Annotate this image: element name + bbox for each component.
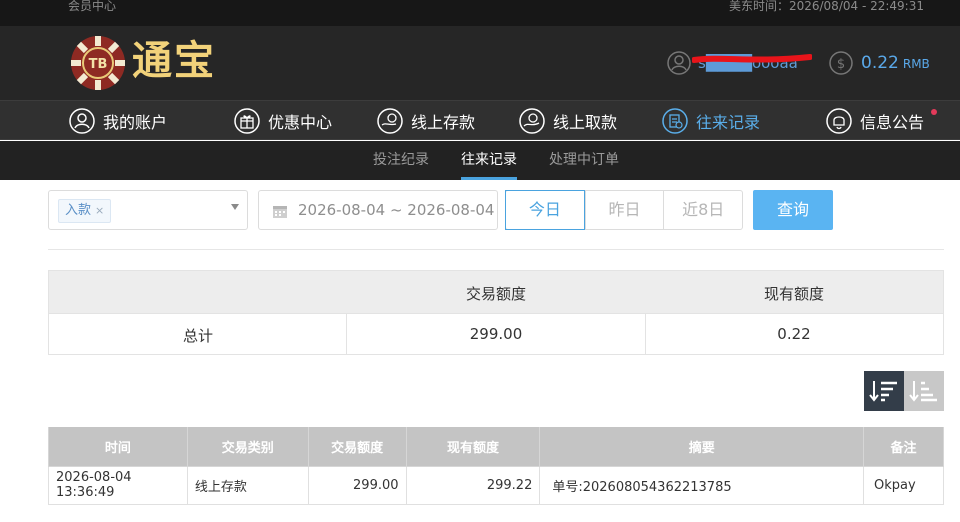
nav-label: 我的账户 [103, 113, 168, 132]
svg-text:$: $ [837, 57, 845, 72]
summary-header-balance: 现有额度 [763, 285, 824, 303]
query-button[interactable]: 查询 [753, 190, 833, 230]
type-tag[interactable]: 入款 × [58, 199, 112, 223]
summary-row-divider [49, 313, 943, 314]
summary-total-label: 总计 [182, 327, 213, 345]
balance-currency: RMB [902, 57, 930, 71]
col-remark: 备注 [863, 427, 944, 467]
range-today-button[interactable]: 今日 [505, 190, 585, 230]
notification-dot [931, 109, 937, 115]
sort-toggle-group [864, 371, 944, 411]
balance-amount: 0.22 [861, 53, 899, 73]
brand-logo-text[interactable]: 通宝 [132, 36, 216, 86]
chevron-down-icon[interactable] [231, 204, 239, 210]
summary-total-amount: 299.00 [469, 325, 523, 343]
col-summary: 摘要 [539, 427, 865, 467]
nav-label: 信息公告 [860, 113, 925, 132]
header: TB 通宝 s████oooaa $ 0.22 RMB [0, 26, 960, 100]
col-type: 交易类别 [186, 427, 309, 467]
nav-item-online-deposit[interactable]: 线上存款 [377, 106, 475, 136]
nav-label: 往来记录 [696, 113, 761, 132]
bell-icon [826, 108, 852, 134]
col-time: 时间 [48, 427, 188, 467]
cell-remark: Okpay [863, 465, 944, 505]
quick-range-group: 今日 昨日 近8日 [505, 190, 743, 230]
cell-balance: 299.22 [405, 465, 541, 505]
member-center-label: 会员中心 [68, 0, 117, 13]
svg-text:TB: TB [89, 57, 108, 72]
divider [48, 249, 944, 250]
tag-close-icon[interactable]: × [95, 204, 104, 217]
range-yesterday-button[interactable]: 昨日 [584, 191, 664, 229]
subnav-transactions[interactable]: 往来记录 [461, 141, 517, 180]
type-tag-label: 入款 [65, 203, 92, 218]
casino-chip-logo-icon[interactable]: TB [70, 35, 126, 91]
top-bar: 会员中心 美东时间：2026/08/04 - 22:49:31 [0, 0, 960, 26]
redaction-scribble [692, 54, 812, 63]
summary-total-balance: 0.22 [777, 325, 811, 343]
sort-descending-icon [869, 381, 897, 402]
server-time: 美东时间：2026/08/04 - 22:49:31 [728, 0, 924, 13]
records-icon [662, 108, 688, 134]
date-range-value: 2026-08-04 ~ 2026-08-04 [298, 201, 495, 219]
transaction-type-select[interactable]: 入款 × [48, 190, 248, 230]
summary-table: 交易额度 现有额度 总计 299.00 0.22 [48, 270, 944, 355]
table-row: 2026-08-04 13:36:49 线上存款 299.00 299.22 单… [48, 465, 944, 505]
deposit-icon [377, 108, 403, 134]
sort-descending-button[interactable] [864, 371, 904, 411]
withdraw-icon [519, 108, 545, 134]
cell-time: 2026-08-04 13:36:49 [48, 465, 188, 505]
user-circle-icon [69, 108, 95, 134]
main-nav: 我的账户 优惠中心 线上存款 线上取款 往来记录 信息公告 [0, 100, 960, 140]
sub-nav: 投注纪录 往来记录 处理中订单 [0, 141, 960, 180]
balance-coin-icon: $ [829, 51, 853, 75]
records-table: 时间 交易类别 交易额度 现有额度 摘要 备注 2026-08-04 13:36… [48, 427, 944, 505]
cell-summary: 单号:202608054362213785 [539, 465, 865, 505]
nav-item-promotions[interactable]: 优惠中心 [234, 106, 332, 136]
cell-type: 线上存款 [186, 465, 309, 505]
subnav-bet-records[interactable]: 投注纪录 [373, 141, 429, 180]
nav-item-online-withdraw[interactable]: 线上取款 [519, 106, 617, 136]
records-header-row: 时间 交易类别 交易额度 现有额度 摘要 备注 [48, 427, 944, 467]
user-avatar-icon[interactable] [667, 51, 691, 75]
balance-display: 0.22 RMB [861, 52, 930, 75]
nav-label: 线上存款 [411, 113, 476, 132]
subnav-pending-orders[interactable]: 处理中订单 [549, 141, 619, 180]
summary-header-amount: 交易额度 [465, 285, 526, 303]
nav-item-records[interactable]: 往来记录 [662, 106, 760, 136]
col-amount: 交易额度 [307, 427, 407, 467]
nav-label: 优惠中心 [268, 113, 333, 132]
sort-ascending-button[interactable] [904, 371, 944, 411]
nav-label: 线上取款 [553, 113, 618, 132]
sort-ascending-icon [909, 381, 937, 402]
date-range-input[interactable]: 2026-08-04 ~ 2026-08-04 [258, 190, 498, 230]
col-balance: 现有额度 [405, 427, 541, 467]
gift-icon [234, 108, 260, 134]
nav-item-my-account[interactable]: 我的账户 [69, 106, 167, 136]
range-8days-button[interactable]: 近8日 [663, 191, 742, 229]
cell-amount: 299.00 [307, 465, 407, 505]
calendar-icon [273, 206, 287, 218]
nav-item-announcements[interactable]: 信息公告 [826, 106, 924, 136]
